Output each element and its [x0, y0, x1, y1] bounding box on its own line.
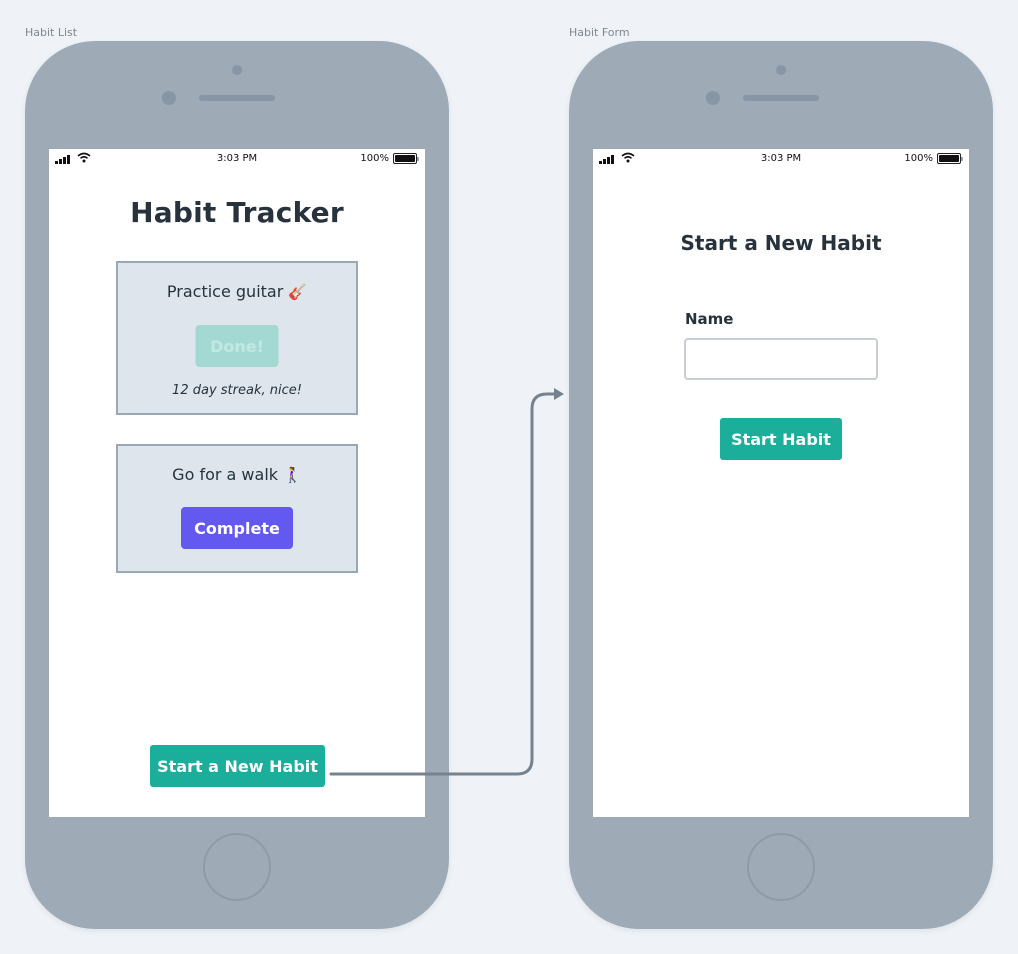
start-new-habit-button[interactable]: Start a New Habit	[150, 745, 325, 787]
habit-name: Practice guitar 🎸	[118, 282, 356, 301]
phone-habit-form: 3:03 PM 100% Start a New Habit Name Star…	[569, 41, 993, 929]
page-title: Habit Tracker	[130, 196, 344, 229]
start-habit-button[interactable]: Start Habit	[720, 418, 842, 460]
habit-name-text: Practice guitar	[166, 282, 284, 301]
battery-percent: 100%	[904, 153, 933, 164]
home-button[interactable]	[203, 833, 271, 901]
frame-label-habit-list: Habit List	[25, 26, 78, 39]
battery-percent: 100%	[360, 153, 389, 164]
camera-icon	[232, 65, 242, 75]
status-bar: 3:03 PM 100%	[593, 149, 969, 169]
home-button[interactable]	[747, 833, 815, 901]
form-title: Start a New Habit	[680, 231, 882, 255]
arrow-head-icon	[554, 388, 564, 400]
battery-icon	[937, 153, 963, 164]
habit-name: Go for a walk 🚶‍♀️	[118, 465, 356, 484]
complete-button[interactable]: Complete	[181, 507, 293, 549]
habit-name-text: Go for a walk	[172, 465, 279, 484]
speaker-icon	[743, 95, 819, 101]
camera-icon	[776, 65, 786, 75]
screen-habit-list: 3:03 PM 100% Habit Tracker Practice guit…	[49, 149, 425, 817]
name-input[interactable]	[684, 338, 878, 380]
walking-icon: 🚶‍♀️	[283, 466, 302, 484]
battery-icon	[393, 153, 419, 164]
screen-habit-form: 3:03 PM 100% Start a New Habit Name Star…	[593, 149, 969, 817]
habit-card: Practice guitar 🎸 Done! 12 day streak, n…	[116, 261, 358, 415]
speaker-icon	[199, 95, 275, 101]
status-bar: 3:03 PM 100%	[49, 149, 425, 169]
habit-card: Go for a walk 🚶‍♀️ Complete	[116, 444, 358, 573]
sensor-icon	[706, 91, 720, 105]
phone-habit-list: 3:03 PM 100% Habit Tracker Practice guit…	[25, 41, 449, 929]
sensor-icon	[162, 91, 176, 105]
done-button[interactable]: Done!	[195, 325, 279, 367]
streak-text: 12 day streak, nice!	[172, 383, 302, 398]
name-label: Name	[685, 310, 734, 328]
guitar-icon: 🎸	[288, 283, 308, 301]
frame-label-habit-form: Habit Form	[569, 26, 630, 39]
